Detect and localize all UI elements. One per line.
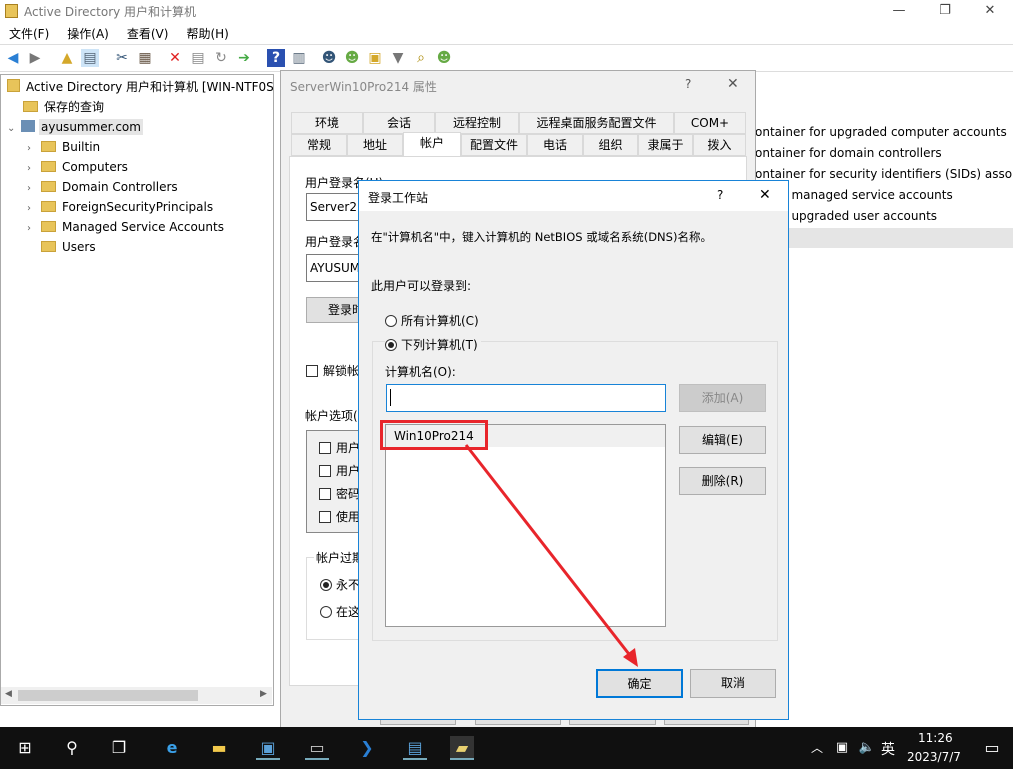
network-warning-icon[interactable]: ▣	[830, 736, 854, 760]
task-view-icon[interactable]: ❐	[107, 736, 131, 760]
taskbar: ⊞ ⚲ ❐ e ▬ ▣ ▭ ❯ ▤ ▰ ︿ ▣ 🔈 英 11:26 2023/7…	[0, 727, 1013, 769]
file-explorer-icon[interactable]: ▬	[207, 736, 231, 760]
powershell-icon[interactable]: ❯	[355, 736, 379, 760]
start-windows-icon[interactable]: ⊞	[13, 736, 37, 760]
annotation-arrow-line	[464, 444, 634, 659]
ad-users-computers-icon[interactable]: ▰	[450, 736, 474, 760]
highlight-rectangle	[380, 420, 488, 450]
ime-indicator[interactable]: 英	[881, 739, 895, 759]
network-app-icon[interactable]: ▤	[403, 736, 427, 760]
search-icon[interactable]: ⚲	[60, 736, 84, 760]
volume-muted-icon[interactable]: 🔈	[855, 736, 879, 760]
notifications-icon[interactable]: ▭	[980, 736, 1004, 760]
internet-explorer-icon[interactable]: e	[160, 736, 184, 760]
server-manager-icon[interactable]: ▣	[256, 736, 280, 760]
command-prompt-icon[interactable]: ▭	[305, 736, 329, 760]
clock-date[interactable]: 2023/7/7	[907, 750, 961, 764]
annotation-overlay	[380, 420, 638, 667]
clock-time[interactable]: 11:26	[918, 731, 953, 745]
show-hidden-icons-icon[interactable]: ︿	[805, 736, 829, 760]
